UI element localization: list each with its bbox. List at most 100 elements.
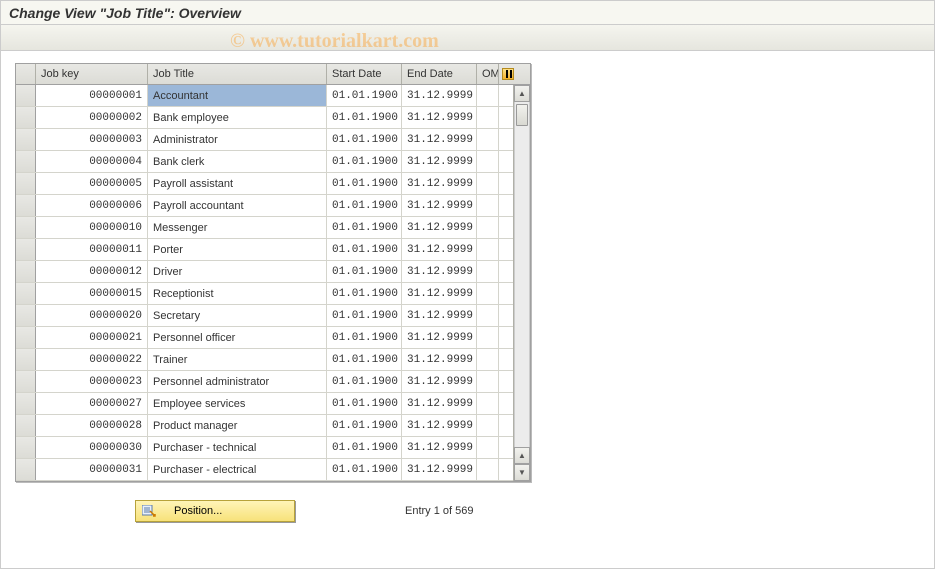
cell-end-date[interactable]: 31.12.9999: [402, 195, 477, 216]
header-job-key[interactable]: Job key: [36, 64, 148, 84]
table-row[interactable]: 00000006Payroll accountant01.01.190031.1…: [16, 195, 513, 217]
cell-job-title[interactable]: Payroll accountant: [148, 195, 327, 216]
header-start-date[interactable]: Start Date: [327, 64, 402, 84]
cell-job-title[interactable]: Product manager: [148, 415, 327, 436]
table-row[interactable]: 00000015Receptionist01.01.190031.12.9999: [16, 283, 513, 305]
row-selector[interactable]: [16, 393, 36, 414]
cell-start-date[interactable]: 01.01.1900: [327, 129, 402, 150]
cell-end-date[interactable]: 31.12.9999: [402, 261, 477, 282]
table-row[interactable]: 00000028Product manager01.01.190031.12.9…: [16, 415, 513, 437]
cell-job-title[interactable]: Personnel officer: [148, 327, 327, 348]
cell-job-title[interactable]: Employee services: [148, 393, 327, 414]
position-button[interactable]: Position...: [135, 500, 295, 522]
scroll-track[interactable]: [514, 102, 530, 447]
cell-end-date[interactable]: 31.12.9999: [402, 393, 477, 414]
table-row[interactable]: 00000020Secretary01.01.190031.12.9999: [16, 305, 513, 327]
cell-job-key[interactable]: 00000004: [36, 151, 148, 172]
cell-end-date[interactable]: 31.12.9999: [402, 371, 477, 392]
cell-end-date[interactable]: 31.12.9999: [402, 85, 477, 106]
cell-job-title[interactable]: Personnel administrator: [148, 371, 327, 392]
cell-start-date[interactable]: 01.01.1900: [327, 371, 402, 392]
cell-job-title[interactable]: Receptionist: [148, 283, 327, 304]
cell-job-key[interactable]: 00000011: [36, 239, 148, 260]
row-selector[interactable]: [16, 129, 36, 150]
cell-om[interactable]: [477, 327, 499, 348]
table-row[interactable]: 00000023Personnel administrator01.01.190…: [16, 371, 513, 393]
table-row[interactable]: 00000011Porter01.01.190031.12.9999: [16, 239, 513, 261]
scroll-up-button[interactable]: ▲: [514, 85, 530, 102]
cell-job-key[interactable]: 00000027: [36, 393, 148, 414]
cell-om[interactable]: [477, 393, 499, 414]
cell-om[interactable]: [477, 459, 499, 480]
cell-job-title[interactable]: Accountant: [148, 85, 327, 106]
cell-start-date[interactable]: 01.01.1900: [327, 151, 402, 172]
cell-end-date[interactable]: 31.12.9999: [402, 129, 477, 150]
cell-start-date[interactable]: 01.01.1900: [327, 393, 402, 414]
table-row[interactable]: 00000002Bank employee01.01.190031.12.999…: [16, 107, 513, 129]
cell-job-key[interactable]: 00000001: [36, 85, 148, 106]
cell-start-date[interactable]: 01.01.1900: [327, 415, 402, 436]
cell-end-date[interactable]: 31.12.9999: [402, 283, 477, 304]
cell-om[interactable]: [477, 151, 499, 172]
cell-om[interactable]: [477, 437, 499, 458]
cell-start-date[interactable]: 01.01.1900: [327, 217, 402, 238]
cell-start-date[interactable]: 01.01.1900: [327, 195, 402, 216]
scroll-thumb[interactable]: [516, 104, 528, 126]
row-selector[interactable]: [16, 151, 36, 172]
cell-job-key[interactable]: 00000020: [36, 305, 148, 326]
row-selector[interactable]: [16, 349, 36, 370]
row-selector[interactable]: [16, 327, 36, 348]
row-selector[interactable]: [16, 459, 36, 480]
cell-om[interactable]: [477, 195, 499, 216]
cell-job-key[interactable]: 00000030: [36, 437, 148, 458]
cell-end-date[interactable]: 31.12.9999: [402, 151, 477, 172]
cell-end-date[interactable]: 31.12.9999: [402, 349, 477, 370]
cell-om[interactable]: [477, 305, 499, 326]
cell-start-date[interactable]: 01.01.1900: [327, 459, 402, 480]
cell-job-title[interactable]: Purchaser - technical: [148, 437, 327, 458]
table-row[interactable]: 00000021Personnel officer01.01.190031.12…: [16, 327, 513, 349]
table-row[interactable]: 00000027Employee services01.01.190031.12…: [16, 393, 513, 415]
cell-start-date[interactable]: 01.01.1900: [327, 437, 402, 458]
cell-job-title[interactable]: Bank clerk: [148, 151, 327, 172]
cell-end-date[interactable]: 31.12.9999: [402, 173, 477, 194]
cell-job-key[interactable]: 00000002: [36, 107, 148, 128]
table-row[interactable]: 00000004Bank clerk01.01.190031.12.9999: [16, 151, 513, 173]
row-selector[interactable]: [16, 371, 36, 392]
cell-om[interactable]: [477, 415, 499, 436]
row-selector[interactable]: [16, 107, 36, 128]
cell-om[interactable]: [477, 261, 499, 282]
table-row[interactable]: 00000005Payroll assistant01.01.190031.12…: [16, 173, 513, 195]
cell-start-date[interactable]: 01.01.1900: [327, 349, 402, 370]
cell-om[interactable]: [477, 173, 499, 194]
header-om[interactable]: OM: [477, 64, 499, 84]
table-row[interactable]: 00000010Messenger01.01.190031.12.9999: [16, 217, 513, 239]
cell-om[interactable]: [477, 349, 499, 370]
row-selector[interactable]: [16, 415, 36, 436]
cell-job-title[interactable]: Secretary: [148, 305, 327, 326]
header-select-all[interactable]: [16, 64, 36, 84]
scroll-down-button[interactable]: ▼: [514, 464, 530, 481]
cell-job-title[interactable]: Trainer: [148, 349, 327, 370]
table-row[interactable]: 00000022Trainer01.01.190031.12.9999: [16, 349, 513, 371]
cell-om[interactable]: [477, 217, 499, 238]
cell-job-key[interactable]: 00000010: [36, 217, 148, 238]
cell-start-date[interactable]: 01.01.1900: [327, 239, 402, 260]
row-selector[interactable]: [16, 195, 36, 216]
cell-om[interactable]: [477, 107, 499, 128]
row-selector[interactable]: [16, 261, 36, 282]
cell-job-key[interactable]: 00000006: [36, 195, 148, 216]
cell-end-date[interactable]: 31.12.9999: [402, 305, 477, 326]
scroll-down-step-button[interactable]: ▲: [514, 447, 530, 464]
cell-job-title[interactable]: Driver: [148, 261, 327, 282]
cell-start-date[interactable]: 01.01.1900: [327, 85, 402, 106]
table-row[interactable]: 00000003Administrator01.01.190031.12.999…: [16, 129, 513, 151]
cell-job-key[interactable]: 00000022: [36, 349, 148, 370]
vertical-scrollbar[interactable]: ▲ ▲ ▼: [513, 85, 530, 481]
cell-job-title[interactable]: Bank employee: [148, 107, 327, 128]
cell-start-date[interactable]: 01.01.1900: [327, 305, 402, 326]
cell-job-key[interactable]: 00000012: [36, 261, 148, 282]
cell-om[interactable]: [477, 283, 499, 304]
cell-om[interactable]: [477, 85, 499, 106]
cell-end-date[interactable]: 31.12.9999: [402, 459, 477, 480]
